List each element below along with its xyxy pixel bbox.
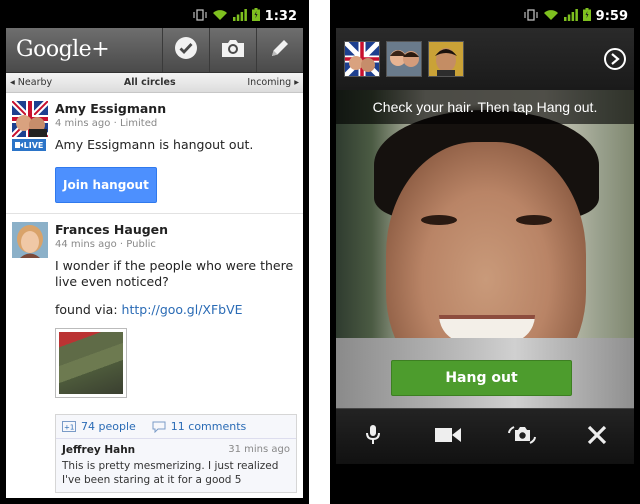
post-author[interactable]: Amy Essigmann xyxy=(55,101,297,116)
camera-subject-eye xyxy=(516,215,552,225)
svg-text:+1: +1 xyxy=(64,424,74,432)
post-image xyxy=(59,332,123,394)
link-prefix: found via: xyxy=(55,302,122,317)
post[interactable]: Frances Haugen 44 mins ago · Public I wo… xyxy=(6,214,303,498)
post-time: 4 mins ago xyxy=(55,118,111,129)
switch-camera-button[interactable] xyxy=(502,417,542,457)
participant-avatar[interactable] xyxy=(428,41,464,77)
phone-right: 9:59 Check your hair. Then tap Hang out.… xyxy=(330,0,640,504)
end-call-button[interactable] xyxy=(577,417,617,457)
comment-icon xyxy=(152,421,166,433)
compose-button[interactable] xyxy=(256,28,303,72)
app-bar: Google+ xyxy=(6,28,303,73)
participant-avatar[interactable] xyxy=(343,40,381,78)
wifi-icon xyxy=(543,9,559,25)
camera-icon xyxy=(220,38,246,62)
status-bar: 1:32 xyxy=(6,5,303,28)
avatar[interactable]: LIVE xyxy=(9,98,51,151)
live-badge-label: LIVE xyxy=(23,140,44,150)
battery-icon xyxy=(251,8,260,25)
post-meta: 4 mins ago · Limited xyxy=(55,118,158,129)
plus-one-icon: +1 xyxy=(62,421,76,432)
post-meta: 44 mins ago · Public xyxy=(55,239,156,250)
stream: LIVE Amy Essigmann 4 mins ago · Limited … xyxy=(6,93,303,498)
post-visibility: Limited xyxy=(119,118,158,129)
pencil-icon xyxy=(268,36,292,64)
wifi-icon xyxy=(212,9,228,25)
screenshot-divider xyxy=(309,0,330,504)
mute-button[interactable] xyxy=(353,417,393,457)
join-hangout-button[interactable]: Join hangout xyxy=(55,167,157,203)
prev-circle-label: Nearby xyxy=(17,77,53,88)
video-camera-icon xyxy=(434,427,461,447)
engagement-box: +1 74 people 11 comments Jeffrey Hahn 31… xyxy=(55,414,297,493)
camera-subject-eye xyxy=(421,215,457,225)
close-icon xyxy=(587,425,607,449)
phone-left: 1:32 Google+ ◂ Nearby All circles Incomi… xyxy=(0,0,309,504)
post-text: I wonder if the people who were there li… xyxy=(55,258,294,289)
camera-preview: Check your hair. Then tap Hang out. Hang… xyxy=(336,90,634,408)
plus-ones[interactable]: +1 74 people xyxy=(62,420,136,433)
preview-hint: Check your hair. Then tap Hang out. xyxy=(336,90,634,124)
comment-time: 31 mins ago xyxy=(228,444,290,455)
call-controls xyxy=(336,408,634,464)
status-bar: 9:59 xyxy=(336,5,634,28)
live-badge: LIVE xyxy=(12,139,46,151)
prev-circle-link[interactable]: ◂ Nearby xyxy=(10,77,52,88)
microphone-icon xyxy=(365,424,381,450)
comments-link[interactable]: 11 comments xyxy=(152,420,247,433)
comment: Jeffrey Hahn 31 mins ago This is pretty … xyxy=(56,439,296,492)
participant-avatar[interactable] xyxy=(386,41,422,77)
video-icon xyxy=(14,141,23,150)
post-link[interactable]: http://goo.gl/XFbVE xyxy=(122,302,243,317)
comment-count: 11 comments xyxy=(170,420,247,433)
signal-icon xyxy=(563,8,578,25)
comment-author[interactable]: Jeffrey Hahn xyxy=(62,444,135,456)
vibrate-icon xyxy=(524,8,538,25)
post-time: 44 mins ago xyxy=(55,239,117,250)
chevron-right-icon xyxy=(610,50,620,69)
avatar[interactable] xyxy=(12,222,48,258)
status-time: 1:32 xyxy=(264,9,297,24)
next-circle-label: Incoming xyxy=(247,77,292,88)
circle-bar: ◂ Nearby All circles Incoming ▸ xyxy=(6,73,303,93)
post-author[interactable]: Frances Haugen xyxy=(55,222,297,237)
plus-count: 74 people xyxy=(81,420,136,433)
switch-camera-icon xyxy=(506,424,538,450)
checkin-button[interactable] xyxy=(162,28,209,72)
status-time: 9:59 xyxy=(595,9,628,24)
google-plus-logo: Google+ xyxy=(16,37,110,62)
camera-button[interactable] xyxy=(209,28,256,72)
vibrate-icon xyxy=(193,8,207,25)
signal-icon xyxy=(232,8,247,25)
current-circle[interactable]: All circles xyxy=(124,77,176,88)
post-visibility: Public xyxy=(126,239,156,250)
checkmark-icon xyxy=(174,36,198,64)
video-toggle-button[interactable] xyxy=(428,417,468,457)
hangout-participants-bar xyxy=(336,28,634,90)
next-circle-link[interactable]: Incoming ▸ xyxy=(247,77,299,88)
next-button[interactable] xyxy=(604,48,626,70)
post-text: Amy Essigmann is hangout out. xyxy=(55,137,254,152)
comment-text: This is pretty mesmerizing. I just reali… xyxy=(62,460,279,486)
post-image-thumbnail[interactable] xyxy=(55,328,127,398)
post-link-line: found via: http://goo.gl/XFbVE xyxy=(55,302,297,318)
battery-icon xyxy=(582,8,591,25)
hang-out-button[interactable]: Hang out xyxy=(391,360,572,396)
post[interactable]: LIVE Amy Essigmann 4 mins ago · Limited … xyxy=(6,93,303,214)
